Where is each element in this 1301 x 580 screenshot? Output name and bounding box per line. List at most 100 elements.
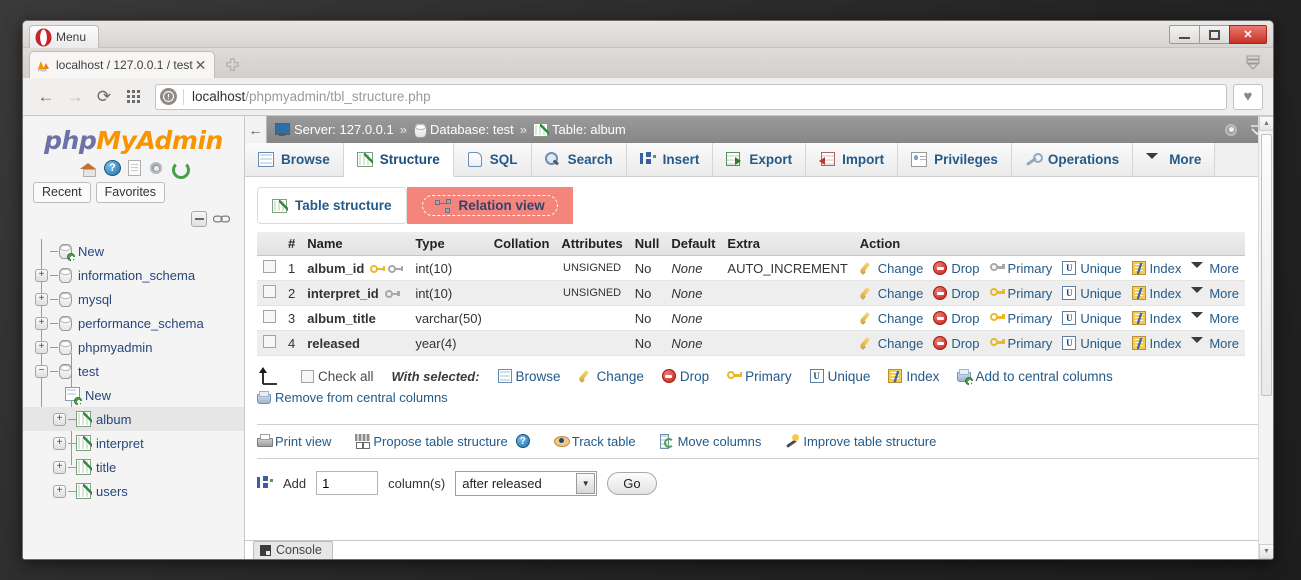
- action-primary[interactable]: Primary: [989, 336, 1052, 351]
- expander-icon[interactable]: +: [53, 436, 66, 450]
- bulk-action-drop[interactable]: Drop: [661, 369, 709, 384]
- expander-icon[interactable]: +: [35, 292, 48, 306]
- bulk-action-browse[interactable]: Browse: [497, 369, 561, 384]
- action-more[interactable]: More: [1191, 336, 1239, 351]
- bulk-action-change[interactable]: Change: [579, 369, 644, 384]
- action-unique[interactable]: U Unique: [1062, 286, 1122, 301]
- breadcrumb-server[interactable]: Server: 127.0.0.1: [294, 122, 394, 137]
- add-column-count-input[interactable]: [316, 471, 379, 495]
- tab-import[interactable]: Import: [806, 143, 899, 176]
- action-primary[interactable]: Primary: [989, 286, 1052, 301]
- action-index[interactable]: Index: [1131, 261, 1181, 276]
- expander-icon[interactable]: +: [53, 460, 66, 474]
- bulk-action-primary[interactable]: Primary: [727, 369, 792, 384]
- action-drop[interactable]: Drop: [933, 261, 980, 276]
- collapse-tree-button[interactable]: [191, 211, 207, 227]
- site-info-icon[interactable]: [160, 88, 177, 105]
- action-unique[interactable]: U Unique: [1062, 311, 1122, 326]
- breadcrumb-database[interactable]: Database: test: [430, 122, 514, 137]
- action-change[interactable]: Change: [860, 286, 924, 301]
- expander-icon[interactable]: +: [53, 412, 66, 426]
- action-index[interactable]: Index: [1131, 286, 1181, 301]
- row-checkbox-cell[interactable]: [257, 255, 282, 281]
- tree-item-performance-schema[interactable]: + performance_schema: [23, 311, 244, 335]
- tab-sql[interactable]: SQL: [453, 143, 532, 176]
- tree-item-information-schema[interactable]: + information_schema: [23, 263, 244, 287]
- action-change[interactable]: Change: [860, 336, 924, 351]
- address-bar[interactable]: localhost/phpmyadmin/tbl_structure.php: [155, 83, 1227, 110]
- action-unique[interactable]: U Unique: [1062, 261, 1122, 276]
- tool-move-columns[interactable]: Move columns: [659, 434, 761, 449]
- tab-close-icon[interactable]: ✕: [193, 57, 208, 73]
- forward-button[interactable]: →: [62, 84, 88, 110]
- help-icon[interactable]: ?: [515, 434, 530, 448]
- checkbox-icon[interactable]: [263, 285, 276, 298]
- reload-button[interactable]: ⟳: [91, 84, 117, 110]
- expander-icon[interactable]: +: [35, 268, 48, 282]
- bulk-action-unique[interactable]: U Unique: [809, 369, 870, 384]
- speed-dial-button[interactable]: [120, 84, 146, 110]
- link-with-main-panel-icon[interactable]: [213, 214, 230, 224]
- documentation-icon[interactable]: [128, 160, 141, 176]
- tree-item-new-database[interactable]: New: [23, 239, 244, 263]
- tab-list-menu-button[interactable]: [1243, 55, 1263, 71]
- recent-chip[interactable]: Recent: [33, 182, 91, 203]
- action-index[interactable]: Index: [1131, 336, 1181, 351]
- chevron-down-icon[interactable]: ▼: [576, 472, 596, 494]
- bulk-action-index[interactable]: Index: [888, 369, 939, 384]
- tool-propose-table-structure[interactable]: Propose table structure?: [355, 434, 530, 449]
- back-button[interactable]: ←: [33, 84, 59, 110]
- tab-browse[interactable]: Browse: [245, 143, 344, 176]
- close-button[interactable]: ✕: [1229, 25, 1267, 44]
- row-checkbox-cell[interactable]: [257, 280, 282, 306]
- action-change[interactable]: Change: [860, 261, 924, 276]
- tree-item-new-table[interactable]: New: [23, 383, 244, 407]
- action-unique[interactable]: U Unique: [1062, 336, 1122, 351]
- tree-item-users[interactable]: + users: [23, 479, 244, 503]
- browser-tab[interactable]: PMA localhost / 127.0.0.1 / test ✕: [29, 51, 215, 78]
- expander-icon[interactable]: +: [35, 316, 48, 330]
- table-row[interactable]: 3 album_title varchar(50) No None Change…: [257, 305, 1245, 331]
- page-scrollbar[interactable]: ▲ ▼: [1258, 116, 1273, 559]
- tab-insert[interactable]: Insert: [626, 143, 714, 176]
- action-more[interactable]: More: [1191, 261, 1239, 276]
- maximize-button[interactable]: [1199, 25, 1230, 44]
- checkbox-icon[interactable]: [263, 260, 276, 273]
- favorites-chip[interactable]: Favorites: [95, 182, 166, 203]
- tool-print-view[interactable]: Print view: [257, 434, 331, 449]
- phpmyadmin-logo[interactable]: phpMyAdmin: [23, 116, 244, 157]
- breadcrumb-table[interactable]: Table: album: [552, 122, 626, 137]
- remove-from-central-columns[interactable]: Remove from central columns: [257, 390, 448, 405]
- scrollbar-thumb[interactable]: [1261, 134, 1272, 396]
- tab-operations[interactable]: Operations: [1011, 143, 1134, 176]
- tree-item-title[interactable]: + title: [23, 455, 244, 479]
- expander-icon[interactable]: +: [35, 340, 48, 354]
- check-all-control[interactable]: Check all: [301, 369, 374, 384]
- table-row[interactable]: 2 interpret_id int(10) UNSIGNED No None: [257, 280, 1245, 306]
- reload-icon[interactable]: [171, 160, 190, 179]
- tree-item-test[interactable]: − test: [23, 359, 244, 383]
- opera-menu-button[interactable]: Menu: [29, 25, 100, 48]
- bulk-action-add-central-columns[interactable]: Add to central columns: [957, 369, 1113, 385]
- row-checkbox-cell[interactable]: [257, 305, 282, 331]
- tab-search[interactable]: Search: [531, 143, 627, 176]
- tab-structure[interactable]: Structure: [343, 143, 454, 177]
- table-row[interactable]: 1 album_id int(10) UNSIGNED No None AUTO…: [257, 255, 1245, 281]
- checkbox-icon[interactable]: [263, 310, 276, 323]
- action-drop[interactable]: Drop: [933, 336, 980, 351]
- tree-item-album[interactable]: + album: [23, 407, 244, 431]
- subtab-relation-view[interactable]: Relation view: [406, 187, 573, 224]
- tree-item-mysql[interactable]: + mysql: [23, 287, 244, 311]
- scroll-up-button[interactable]: ▲: [1259, 116, 1273, 131]
- checkbox-icon[interactable]: [301, 369, 314, 383]
- new-tab-button[interactable]: [223, 56, 241, 74]
- tree-item-phpmyadmin[interactable]: + phpmyadmin: [23, 335, 244, 359]
- tab-export[interactable]: Export: [713, 143, 807, 176]
- action-drop[interactable]: Drop: [933, 311, 980, 326]
- action-change[interactable]: Change: [860, 311, 924, 326]
- subtab-table-structure[interactable]: Table structure: [257, 187, 407, 224]
- tree-item-interpret[interactable]: + interpret: [23, 431, 244, 455]
- scroll-down-button[interactable]: ▼: [1259, 544, 1273, 559]
- console-toggle[interactable]: Console: [253, 541, 333, 559]
- help-icon[interactable]: ?: [104, 160, 121, 176]
